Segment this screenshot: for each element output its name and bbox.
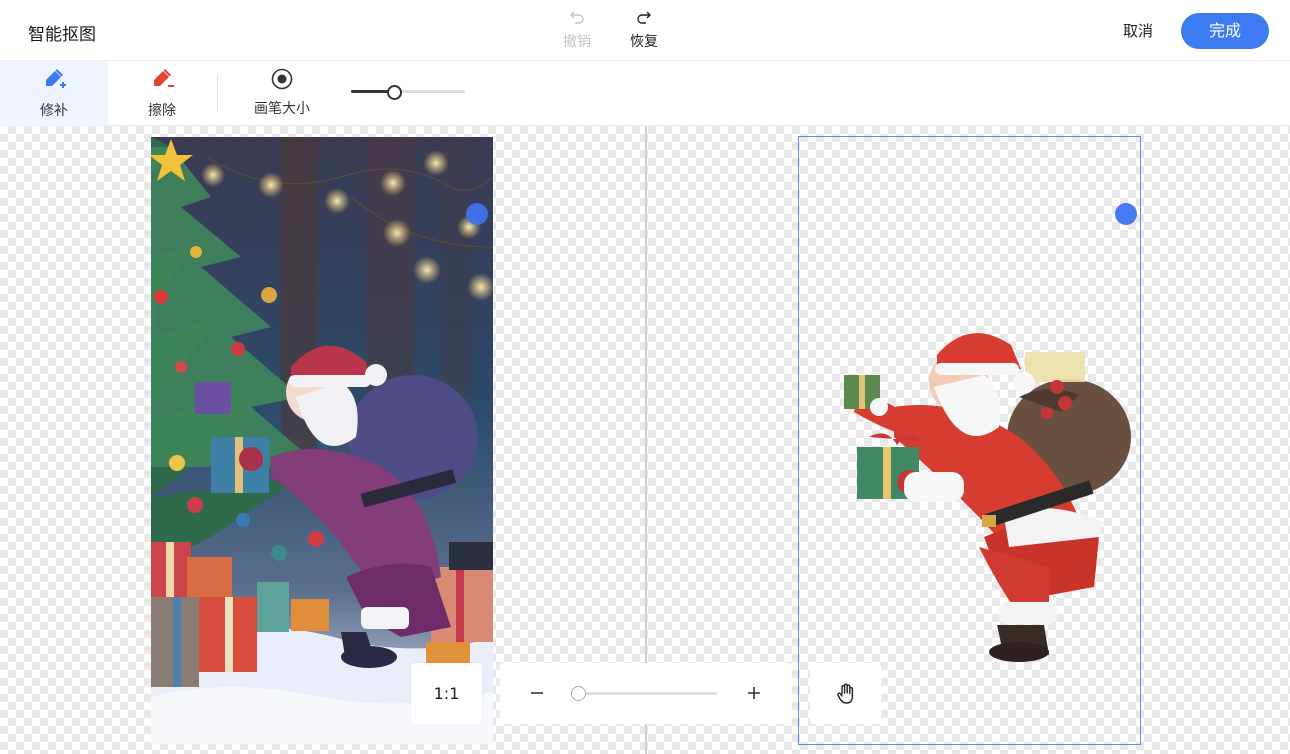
app-title: 智能抠图 — [28, 25, 96, 45]
cancel-button[interactable]: 取消 — [1108, 20, 1168, 41]
undo-label: 撤销 — [563, 34, 591, 50]
erase-tool-label: 擦除 — [148, 103, 176, 119]
zoom-control — [500, 663, 792, 724]
repair-tool-label: 修补 — [40, 103, 68, 119]
brush-plus-icon — [46, 69, 66, 88]
brush-cursor — [466, 203, 488, 225]
redo-label: 恢复 — [630, 34, 658, 50]
toolbar-divider — [217, 74, 218, 112]
brush-size-slider[interactable] — [351, 85, 465, 100]
editing-canvas[interactable]: 1:1 — [0, 126, 1290, 754]
compare-divider — [645, 126, 647, 754]
erase-tool-button[interactable]: 擦除 — [108, 61, 216, 126]
redo-button[interactable]: 恢复 — [619, 8, 669, 56]
brush-minus-icon — [154, 69, 174, 87]
zoom-track — [575, 692, 717, 695]
repair-tool-button[interactable]: 修补 — [0, 61, 108, 126]
zoom-slider[interactable] — [571, 686, 717, 701]
undo-icon — [570, 11, 584, 24]
original-image[interactable] — [151, 137, 493, 744]
zoom-in-icon[interactable] — [744, 683, 764, 703]
zoom-reset-button[interactable]: 1:1 — [411, 663, 482, 724]
cutout-image — [844, 333, 1131, 662]
result-preview[interactable] — [798, 136, 1141, 745]
brush-size-icon — [271, 68, 293, 90]
zoom-thumb[interactable] — [571, 686, 586, 701]
undo-button[interactable]: 撤销 — [552, 8, 602, 56]
top-bar: 智能抠图 撤销 恢复 取消 完成 — [0, 0, 1290, 61]
pan-tool-button[interactable] — [810, 663, 881, 724]
hand-icon — [837, 683, 854, 704]
brush-cursor-mirror — [1115, 203, 1137, 225]
zoom-out-icon[interactable] — [527, 683, 547, 703]
tool-bar: 修补 擦除 画笔大小 — [0, 61, 1290, 126]
brush-size-label: 画笔大小 — [254, 101, 310, 117]
brush-size-thumb[interactable] — [387, 85, 403, 100]
done-button[interactable]: 完成 — [1181, 13, 1269, 49]
redo-icon — [637, 11, 651, 24]
brush-size-tool: 画笔大小 — [228, 61, 336, 126]
